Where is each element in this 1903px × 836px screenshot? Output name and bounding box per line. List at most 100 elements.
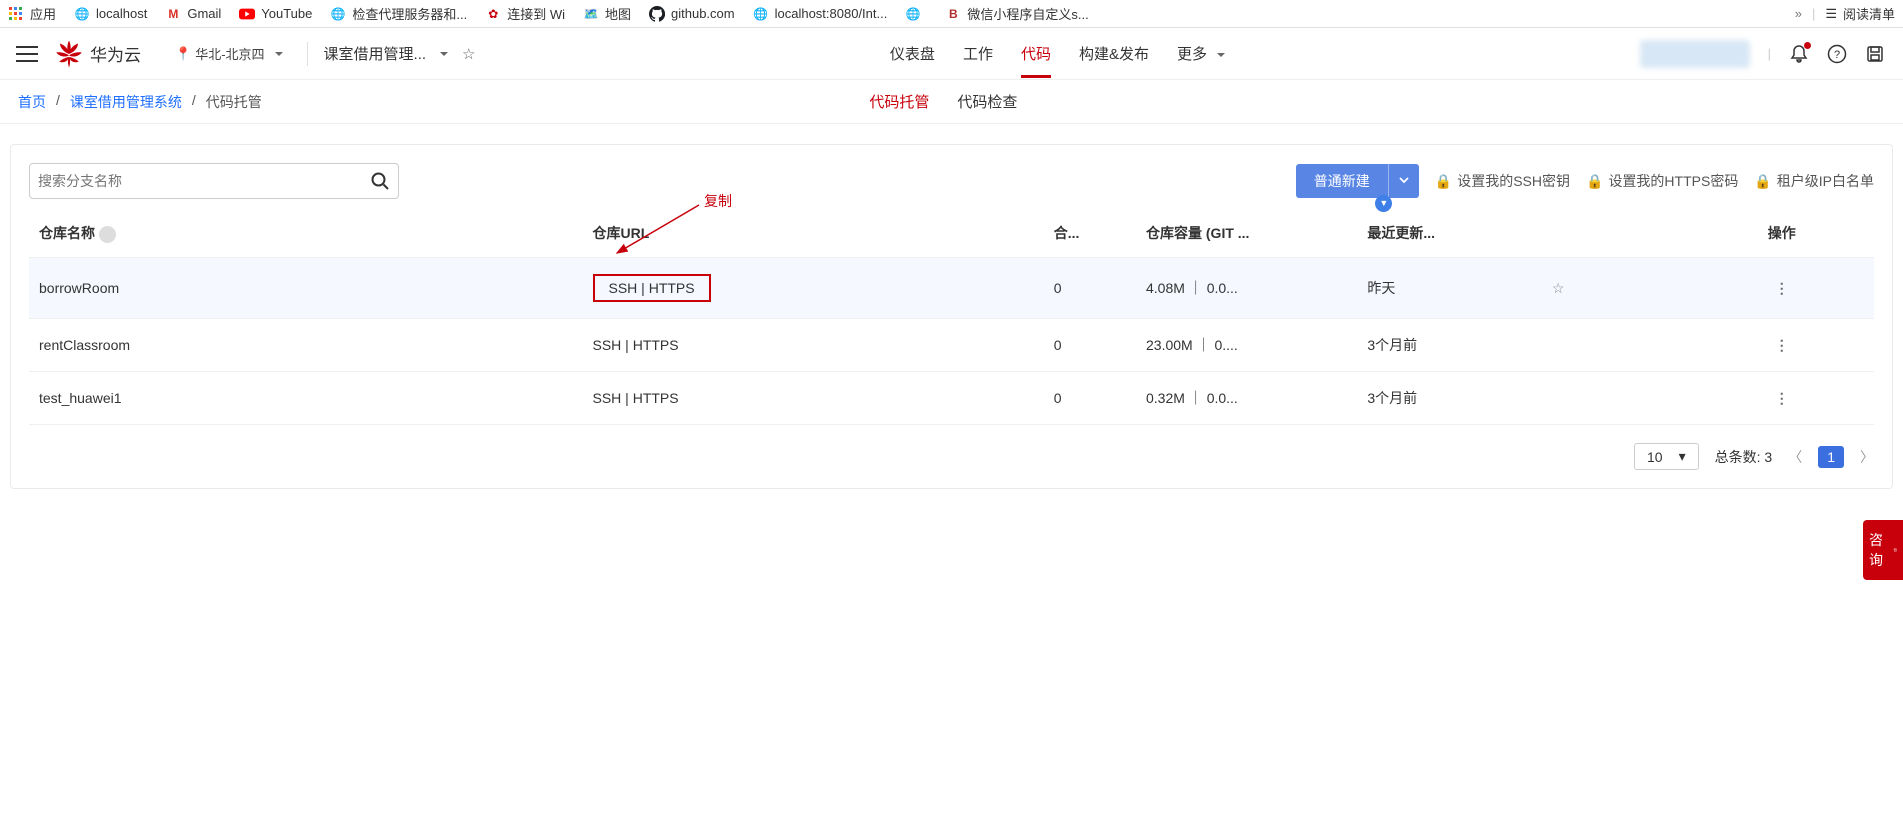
col-url[interactable]: 仓库URL: [583, 209, 1044, 258]
repo-name-cell[interactable]: rentClassroom: [29, 319, 583, 372]
huawei-logo-icon: [54, 39, 84, 69]
ip-whitelist-link[interactable]: 🔒 租户级IP白名单: [1754, 171, 1874, 191]
prev-page-button[interactable]: 〈: [1788, 447, 1802, 467]
globe-icon: 🌐: [74, 6, 90, 22]
bookmark-wifi[interactable]: ✿连接到 Wi: [485, 4, 565, 23]
search-icon[interactable]: [370, 171, 390, 191]
tab-dashboard[interactable]: 仪表盘: [890, 29, 935, 78]
apps-grid-icon: [8, 6, 24, 22]
table-row[interactable]: test_huawei1 SSH | HTTPS 0 0.32M ｜ 0.0..…: [29, 372, 1874, 425]
merge-count-cell: 0: [1044, 372, 1136, 425]
caret-down-icon: [1211, 46, 1225, 63]
breadcrumb-home[interactable]: 首页: [18, 92, 46, 112]
reading-list-button[interactable]: ☰ 阅读清单: [1825, 4, 1895, 23]
caret-down-icon: ▾: [1679, 448, 1686, 465]
sort-icon[interactable]: [99, 226, 116, 243]
total-count-label: 总条数: 3: [1715, 447, 1773, 467]
create-button-group: 普通新建: [1296, 164, 1419, 198]
repo-name-cell[interactable]: borrowRoom: [29, 258, 583, 319]
clone-url-cell[interactable]: SSH | HTTPS: [593, 337, 679, 353]
search-box[interactable]: [29, 163, 399, 199]
bookmark-blank[interactable]: 🌐: [905, 6, 927, 22]
tab-code[interactable]: 代码: [1021, 29, 1051, 78]
region-selector[interactable]: 📍 华北-北京四: [167, 40, 291, 67]
letter-icon: B: [945, 6, 961, 22]
gmail-icon: M: [165, 6, 181, 22]
browser-bookmarks-bar: 应用 🌐localhost MGmail YouTube 🌐检查代理服务器和..…: [0, 0, 1903, 28]
panel-toolbar: 普通新建 🔒 设置我的SSH密钥 🔒 设置我的HTTPS密码 🔒 租户级IP白名…: [29, 163, 1874, 199]
star-icon[interactable]: ☆: [462, 45, 475, 63]
repo-panel: 普通新建 🔒 设置我的SSH密钥 🔒 设置我的HTTPS密码 🔒 租户级IP白名…: [10, 144, 1893, 489]
pin-icon: 📍: [175, 46, 191, 62]
menu-toggle[interactable]: [8, 46, 46, 62]
help-icon: ?: [1827, 44, 1847, 64]
sort-active-icon[interactable]: ▼: [1375, 195, 1392, 212]
chat-icon: [1885, 548, 1903, 552]
set-https-pwd-link[interactable]: 🔒 设置我的HTTPS密码: [1586, 171, 1738, 191]
create-dropdown-button[interactable]: [1388, 164, 1419, 198]
user-badge[interactable]: [1640, 40, 1750, 68]
col-size[interactable]: 仓库容量 (GIT ...: [1136, 209, 1357, 258]
caret-down-icon: [434, 45, 448, 62]
save-workspace-button[interactable]: [1865, 44, 1885, 64]
clone-url-cell[interactable]: SSH | HTTPS: [593, 390, 679, 406]
bookmark-youtube[interactable]: YouTube: [239, 6, 312, 22]
col-updated[interactable]: ▼最近更新...: [1357, 209, 1542, 258]
brand[interactable]: 华为云: [46, 39, 149, 69]
bookmark-localhost[interactable]: 🌐localhost: [74, 6, 147, 22]
apps-button[interactable]: 应用: [8, 4, 56, 23]
repo-name-cell[interactable]: test_huawei1: [29, 372, 583, 425]
bookmark-wechat[interactable]: B微信小程序自定义s...: [945, 4, 1088, 23]
chevron-down-icon: [1399, 177, 1409, 185]
project-selector[interactable]: 课室借用管理... ☆: [324, 43, 476, 64]
bookmark-gmail[interactable]: MGmail: [165, 6, 221, 22]
bookmarks-overflow[interactable]: »: [1795, 6, 1802, 21]
sub-tabs: 代码托管 代码检查: [869, 91, 1017, 112]
tab-work[interactable]: 工作: [963, 29, 993, 78]
hamburger-icon: [16, 46, 38, 62]
create-button[interactable]: 普通新建: [1296, 164, 1388, 198]
notification-dot-icon: [1804, 42, 1811, 49]
bookmark-localhost8080[interactable]: 🌐localhost:8080/Int...: [753, 6, 888, 22]
divider: [307, 42, 308, 66]
notifications-button[interactable]: [1789, 44, 1809, 64]
list-icon: ☰: [1825, 6, 1837, 22]
size-cell: 23.00M ｜ 0....: [1136, 319, 1357, 372]
subtab-code-hosting[interactable]: 代码托管: [869, 91, 929, 112]
breadcrumb-project[interactable]: 课室借用管理系统: [70, 92, 182, 112]
help-button[interactable]: ?: [1827, 44, 1847, 64]
table-row[interactable]: borrowRoom SSH | HTTPS 0 4.08M ｜ 0.0... …: [29, 258, 1874, 319]
table-row[interactable]: rentClassroom SSH | HTTPS 0 23.00M ｜ 0..…: [29, 319, 1874, 372]
search-input[interactable]: [38, 173, 370, 189]
row-more-button[interactable]: ⋮: [1689, 319, 1874, 372]
updated-cell: 昨天: [1357, 258, 1542, 319]
size-cell: 0.32M ｜ 0.0...: [1136, 372, 1357, 425]
breadcrumb-current: 代码托管: [206, 92, 262, 112]
page-number[interactable]: 1: [1818, 446, 1844, 468]
row-more-button[interactable]: ⋮: [1689, 258, 1874, 319]
bookmark-proxy[interactable]: 🌐检查代理服务器和...: [330, 4, 467, 23]
row-more-button[interactable]: ⋮: [1689, 372, 1874, 425]
globe-icon: 🌐: [330, 6, 346, 22]
col-ops: 操作: [1689, 209, 1874, 258]
bookmark-map[interactable]: 🗺️地图: [583, 4, 631, 23]
bookmark-github[interactable]: github.com: [649, 6, 735, 22]
content: 普通新建 🔒 设置我的SSH密钥 🔒 设置我的HTTPS密码 🔒 租户级IP白名…: [0, 124, 1903, 509]
github-icon: [649, 6, 665, 22]
star-button[interactable]: ☆: [1542, 258, 1690, 319]
lock-icon: 🔒: [1586, 173, 1603, 190]
tab-build-release[interactable]: 构建&发布: [1079, 29, 1149, 78]
caret-down-icon: [269, 46, 283, 61]
col-merge[interactable]: 合...: [1044, 209, 1136, 258]
col-name[interactable]: 仓库名称: [29, 209, 583, 258]
page-size-selector[interactable]: 10 ▾: [1634, 443, 1699, 470]
apps-label: 应用: [30, 4, 56, 23]
clone-url-cell[interactable]: SSH | HTTPS: [593, 274, 711, 302]
consult-side-button[interactable]: 咨询: [1863, 520, 1903, 580]
subtab-code-check[interactable]: 代码检查: [957, 91, 1017, 112]
tab-more[interactable]: 更多: [1177, 29, 1225, 78]
set-ssh-key-link[interactable]: 🔒 设置我的SSH密钥: [1435, 171, 1570, 191]
updated-cell: 3个月前: [1357, 372, 1542, 425]
youtube-icon: [239, 6, 255, 22]
next-page-button[interactable]: 〉: [1860, 447, 1874, 467]
